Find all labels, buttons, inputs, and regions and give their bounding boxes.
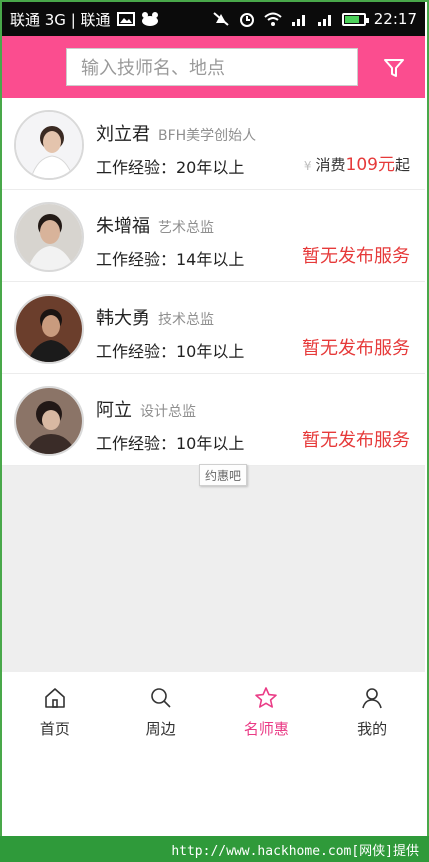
stylist-title: 艺术总监 xyxy=(158,220,214,236)
signal-icon xyxy=(291,15,305,26)
stylist-row[interactable]: 刘立君 BFH美学创始人 工作经验：20年以上 ¥ 消费109元起 xyxy=(2,98,425,190)
experience-text: 工作经验：10年以上 xyxy=(96,342,245,361)
no-service-status: 暂无发布服务 xyxy=(302,430,410,451)
user-icon xyxy=(362,688,382,709)
stylist-list: 刘立君 BFH美学创始人 工作经验：20年以上 ¥ 消费109元起 朱增福 艺术总监 … xyxy=(2,98,425,466)
search-icon xyxy=(150,688,171,708)
stylist-name: 刘立君 BFH美学创始人 xyxy=(96,124,257,145)
experience-text: 工作经验：14年以上 xyxy=(96,250,245,269)
tab-mine[interactable]: 我的 xyxy=(319,672,425,744)
tab-label: 名师惠 xyxy=(243,720,289,738)
tab-nearby[interactable]: 周边 xyxy=(108,672,214,744)
tab-label: 周边 xyxy=(145,720,176,738)
app-notification-icon xyxy=(141,12,158,26)
stylist-row[interactable]: 韩大勇 技术总监 工作经验：10年以上 暂无发布服务 xyxy=(2,282,425,374)
empty-area xyxy=(2,466,425,672)
stylist-row[interactable]: 阿立 设计总监 工作经验：10年以上 暂无发布服务 xyxy=(2,374,425,466)
image-notification-icon xyxy=(116,12,135,26)
stylist-name: 朱增福 艺术总监 xyxy=(96,216,214,237)
yen-icon: ¥ xyxy=(303,159,312,173)
signal-icon-2 xyxy=(317,15,331,26)
alarm-icon xyxy=(239,13,254,27)
stylist-title: 技术总监 xyxy=(158,312,214,328)
tab-label: 首页 xyxy=(39,720,70,738)
tooltip: 约惠吧 xyxy=(199,464,247,486)
stylist-name: 阿立 设计总监 xyxy=(96,400,196,421)
experience-text: 工作经验：10年以上 xyxy=(96,434,245,453)
price-info: ¥ 消费109元起 xyxy=(303,155,410,175)
tab-label: 我的 xyxy=(357,720,388,738)
home-icon xyxy=(45,688,65,708)
search-header: 输入技师名、地点 xyxy=(2,36,425,98)
stylist-row[interactable]: 朱增福 艺术总监 工作经验：14年以上 暂无发布服务 xyxy=(2,190,425,282)
tab-master-deals[interactable]: 名师惠 xyxy=(214,672,320,744)
tab-home[interactable]: 首页 xyxy=(2,672,108,744)
watermark-footer: http://www.hackhome.com[网侠]提供 xyxy=(0,836,429,862)
stylist-title: BFH美学创始人 xyxy=(158,128,257,144)
status-bar: 联通 3G | 联通 22:17 xyxy=(2,2,425,36)
avatar xyxy=(14,294,84,364)
search-input[interactable]: 输入技师名、地点 xyxy=(66,48,358,86)
wifi-icon xyxy=(264,12,282,26)
battery-icon xyxy=(341,12,369,26)
experience-text: 工作经验：20年以上 xyxy=(96,158,245,177)
clock-text: 22:17 xyxy=(373,10,417,28)
star-icon xyxy=(255,687,278,708)
carrier-text: 联通 3G | 联通 xyxy=(10,10,111,29)
avatar xyxy=(14,386,84,456)
no-service-status: 暂无发布服务 xyxy=(302,246,410,267)
mute-icon xyxy=(213,12,229,26)
stylist-name: 韩大勇 技术总监 xyxy=(96,308,214,329)
avatar xyxy=(14,202,84,272)
stylist-title: 设计总监 xyxy=(140,404,196,420)
no-service-status: 暂无发布服务 xyxy=(302,338,410,359)
filter-icon[interactable] xyxy=(382,56,406,80)
bottom-tab-bar: 首页 周边 名师惠 我的 xyxy=(2,672,425,744)
avatar xyxy=(14,110,84,180)
search-placeholder: 输入技师名、地点 xyxy=(81,58,225,79)
